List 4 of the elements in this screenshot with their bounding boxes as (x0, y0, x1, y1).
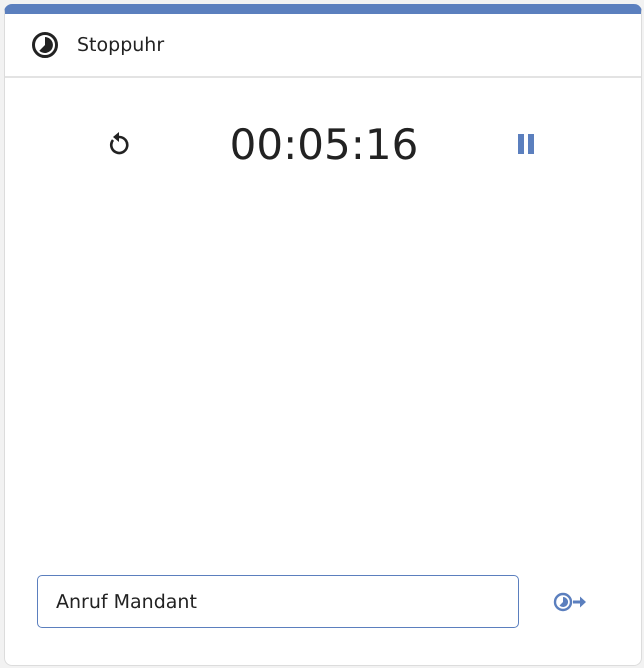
stopwatch-icon (31, 31, 59, 59)
task-input-field[interactable]: Anruf Mandant (37, 575, 519, 628)
card-title: Stoppuhr (77, 34, 164, 56)
elapsed-time: 00:05:16 (230, 120, 418, 168)
